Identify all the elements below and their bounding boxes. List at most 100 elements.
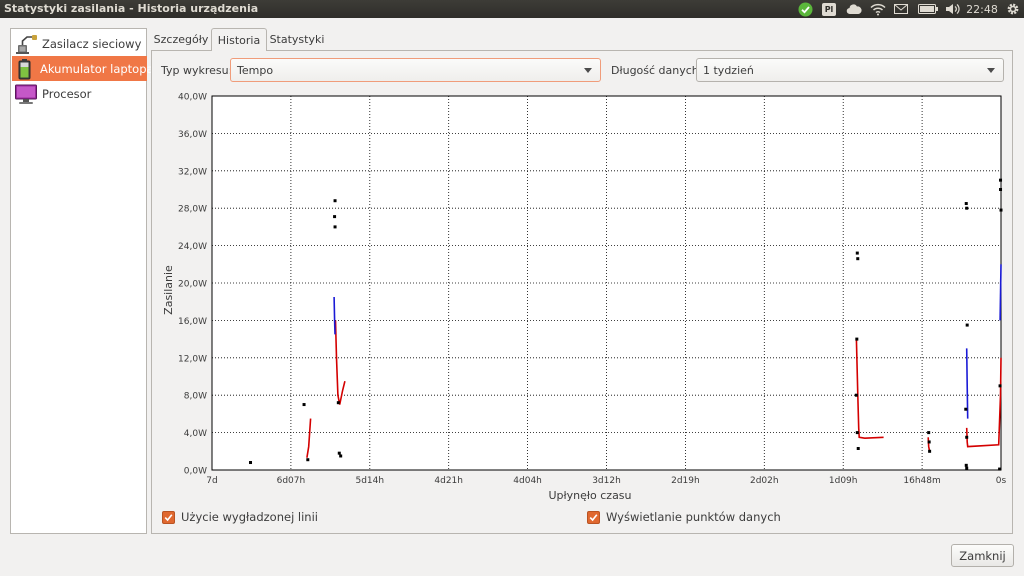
x-tick-label: 3d12h — [592, 476, 621, 486]
x-tick-label: 7d — [206, 476, 217, 486]
data-point — [965, 323, 969, 327]
data-point — [927, 431, 931, 435]
x-tick-label: 6d07h — [277, 476, 306, 486]
data-point — [856, 257, 860, 261]
y-tick-label: 40,0W — [178, 93, 207, 103]
data-point — [998, 467, 1002, 471]
x-tick-label: 0s — [996, 476, 1007, 486]
series-line — [333, 296, 336, 335]
clock[interactable]: 22:48 — [966, 1, 998, 17]
history-chart: 0,0W 4,0W 8,0W 12,0W 16,0W 20,0W 24,0W 28,0W 32,… — [162, 93, 1007, 503]
mail-icon[interactable] — [893, 1, 909, 17]
x-tick-label: 2d19h — [671, 476, 700, 486]
x-tick-label: 1d09h — [829, 476, 858, 486]
graph-type-value: Tempo — [237, 63, 274, 77]
y-tick-label: 0,0W — [184, 467, 207, 477]
show-points-label: Wyświetlanie punktów danych — [606, 510, 781, 524]
top-panel: Statystyki zasilania - Historia urządzen… — [0, 0, 1024, 18]
y-tick-label: 4,0W — [184, 429, 207, 439]
x-axis-ticks: 7d 6d07h 5d14h 4d21h 4d04h 3d12h 2d19h 2d02h 1d0… — [206, 476, 1006, 486]
tab-label: Szczegóły — [153, 32, 209, 46]
y-tick-label: 36,0W — [178, 130, 207, 140]
data-point — [302, 403, 306, 407]
y-tick-label: 20,0W — [178, 280, 207, 290]
tab-statistics[interactable]: Statystyki — [268, 28, 326, 50]
smooth-line-checkbox[interactable]: Użycie wygładzonej linii — [162, 510, 318, 524]
window-title: Statystyki zasilania - Historia urządzen… — [4, 2, 259, 15]
sidebar-item-ac-adapter[interactable]: Zasilacz sieciowy — [12, 31, 147, 56]
data-length-label: Długość danych: — [611, 64, 703, 77]
data-point — [249, 461, 253, 465]
y-tick-label: 12,0W — [178, 354, 207, 364]
x-tick-label: 4d04h — [513, 476, 542, 486]
wifi-icon[interactable] — [869, 1, 887, 17]
graph-type-select[interactable]: Tempo — [230, 58, 601, 82]
data-point — [333, 199, 337, 203]
chevron-down-icon — [584, 68, 592, 73]
data-point — [855, 251, 859, 255]
data-point — [855, 431, 859, 435]
data-point — [998, 384, 1002, 388]
x-tick-label: 2d02h — [750, 476, 779, 486]
y-tick-label: 16,0W — [178, 317, 207, 327]
x-tick-label: 16h48m — [903, 476, 940, 486]
data-point — [964, 202, 968, 206]
y-tick-label: 32,0W — [178, 167, 207, 177]
data-length-select[interactable]: 1 tydzień — [696, 58, 1004, 82]
device-list: Zasilacz sieciowy Akumulator laptopa Pro… — [10, 28, 154, 534]
data-point — [339, 454, 343, 458]
sidebar-item-label: Procesor — [42, 86, 92, 101]
keyboard-layout-icon[interactable]: Pl — [821, 1, 837, 17]
data-point — [928, 449, 932, 453]
battery-icon[interactable] — [917, 1, 939, 17]
chevron-down-icon — [987, 68, 995, 73]
data-point — [965, 466, 969, 470]
data-point — [965, 435, 969, 439]
data-point — [999, 178, 1003, 182]
sidebar-item-label: Akumulator laptopa — [40, 61, 154, 76]
x-tick-label: 4d21h — [434, 476, 463, 486]
graph-type-label: Typ wykresu: — [161, 64, 233, 77]
y-tick-label: 24,0W — [178, 242, 207, 252]
data-point — [333, 215, 337, 219]
update-check-icon[interactable] — [796, 1, 814, 17]
keyboard-layout-label: Pl — [822, 2, 836, 16]
gear-icon[interactable] — [1004, 1, 1022, 17]
cloud-icon[interactable] — [845, 1, 863, 17]
smooth-line-label: Użycie wygładzonej linii — [181, 510, 318, 524]
sidebar-item-laptop-battery[interactable]: Akumulator laptopa — [12, 56, 154, 81]
volume-icon[interactable] — [944, 1, 962, 17]
checkmark-icon — [162, 510, 175, 524]
data-point — [964, 407, 968, 411]
close-button[interactable]: Zamknij — [951, 544, 1014, 567]
tab-label: Statystyki — [269, 32, 325, 46]
data-length-value: 1 tydzień — [703, 63, 754, 77]
data-point — [856, 446, 860, 450]
tab-details[interactable]: Szczegóły — [151, 28, 211, 50]
data-point — [855, 337, 859, 341]
sidebar-item-label: Zasilacz sieciowy — [42, 36, 142, 51]
data-point — [964, 463, 968, 467]
data-point — [333, 225, 337, 229]
y-axis-label: Zasilanie — [162, 265, 175, 315]
data-point — [965, 206, 969, 210]
data-point — [999, 188, 1003, 191]
y-tick-label: 28,0W — [178, 205, 207, 215]
tab-label: Historia — [217, 33, 261, 47]
tab-history[interactable]: Historia — [211, 28, 267, 51]
ac-adapter-icon — [13, 33, 39, 55]
checkmark-icon — [587, 510, 600, 524]
data-point — [337, 451, 341, 455]
sidebar-item-processor[interactable]: Procesor — [12, 81, 147, 106]
data-point — [854, 393, 858, 397]
data-point — [999, 208, 1003, 212]
battery-icon — [13, 58, 37, 80]
data-point — [306, 458, 310, 462]
data-point — [336, 401, 340, 405]
y-axis-ticks: 0,0W 4,0W 8,0W 12,0W 16,0W 20,0W 24,0W 28,0W 32,… — [178, 93, 207, 477]
monitor-icon — [13, 83, 39, 105]
series-line — [999, 264, 1002, 321]
x-axis-label: Upłynęło czasu — [548, 489, 631, 502]
x-tick-label: 5d14h — [355, 476, 384, 486]
show-points-checkbox[interactable]: Wyświetlanie punktów danych — [587, 510, 781, 524]
